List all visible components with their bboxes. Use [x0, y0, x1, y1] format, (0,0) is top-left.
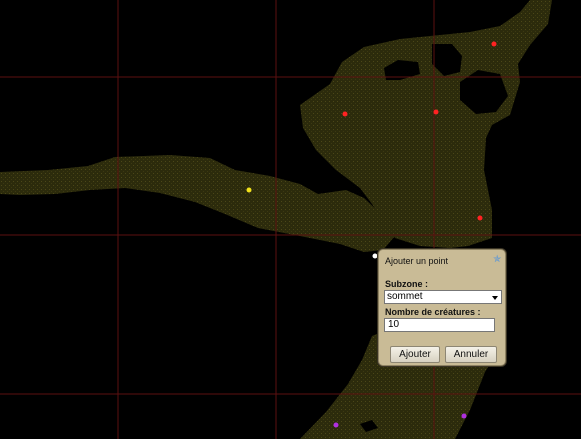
subzone-value: sommet [387, 291, 423, 302]
new-point-marker[interactable] [372, 253, 378, 259]
spawn-point-marker[interactable] [477, 215, 483, 221]
spawn-point-marker[interactable] [491, 41, 497, 47]
dialog-title: Ajouter un point [385, 256, 449, 266]
spawn-point-marker[interactable] [461, 413, 467, 419]
add-button[interactable]: Ajouter [390, 346, 440, 363]
spawn-point-marker[interactable] [433, 109, 439, 115]
spawn-point-marker[interactable] [342, 111, 348, 117]
zone-map[interactable] [0, 0, 581, 439]
chevron-down-icon [492, 296, 498, 300]
creatures-count-input[interactable]: 10 [384, 318, 495, 332]
subzone-select[interactable]: sommet [384, 290, 502, 304]
spawn-point-marker[interactable] [333, 422, 339, 428]
creatures-count-value: 10 [388, 319, 400, 330]
star-help-icon[interactable]: ✯ [493, 255, 501, 265]
creatures-label: Nombre de créatures : [385, 307, 481, 317]
subzone-label: Subzone : [385, 279, 428, 289]
add-point-dialog: Ajouter un point ✯ Subzone : sommet Nomb… [378, 249, 506, 366]
cancel-button[interactable]: Annuler [445, 346, 497, 363]
spawn-point-marker[interactable] [246, 187, 252, 193]
